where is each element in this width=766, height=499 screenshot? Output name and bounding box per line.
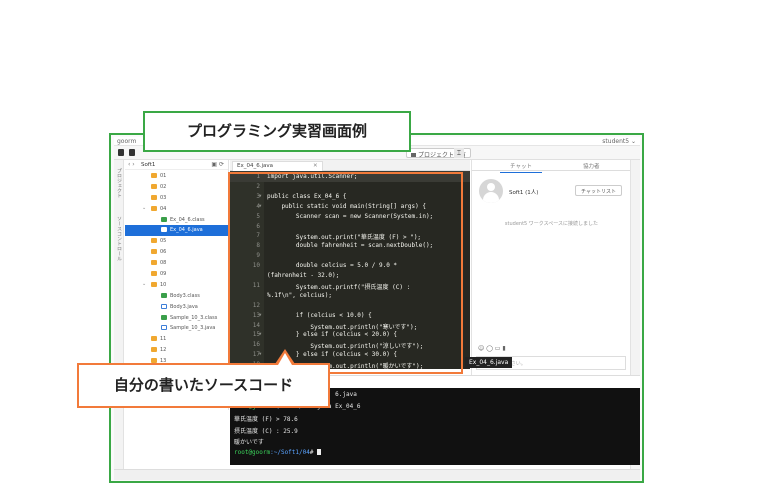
file-tree-item[interactable]: Sample_10_3.java — [125, 323, 229, 334]
chat-input-icons[interactable]: ☺ ◯ ▭ ▮ — [478, 345, 506, 352]
file-tree-label: Ex_04_6.java — [170, 227, 203, 234]
terminal-line: 華氏温度 (F) > 78.6 — [234, 414, 298, 423]
tab-collaborators[interactable]: 協力者 — [583, 162, 600, 170]
class-file-icon — [161, 314, 167, 320]
editor-tab[interactable]: Ex_04_6.java ✕ — [232, 161, 323, 171]
chevron-down-icon[interactable]: ⌄ — [142, 281, 146, 287]
file-tree-label: Body3.java — [170, 303, 198, 310]
callout-pointer-inner — [278, 353, 292, 365]
file-tree-item[interactable]: 01 — [125, 171, 229, 182]
source-code-highlight — [228, 172, 463, 374]
file-tree-item[interactable]: ⌄ 04 — [125, 204, 229, 215]
terminal-cursor — [317, 448, 322, 455]
folder-icon — [151, 281, 157, 287]
avatar — [479, 179, 503, 203]
share-icon — [411, 153, 416, 157]
file-tree-item[interactable]: Body3.java — [125, 302, 229, 313]
file-tree-item[interactable]: 03 — [125, 193, 229, 204]
editor-tab-label: Ex_04_6.java — [237, 163, 273, 169]
file-tree-item[interactable]: 11 — [125, 334, 229, 345]
file-tree-item[interactable]: 06 — [125, 247, 229, 258]
chat-room-name: Soft1 (1人) — [509, 190, 539, 196]
folder-icon — [151, 249, 157, 255]
file-tree-label: Sample_10_3.class — [170, 314, 218, 321]
folder-icon — [151, 173, 157, 178]
explorer-header: ‹ › Soft1 ▣ ⟳ — [125, 160, 228, 170]
terminal-line: 暖かいです — [234, 437, 264, 446]
chat-panel: チャット 協力者 Soft1 (1人) チャットリスト student5 ワーク… — [471, 160, 630, 410]
save-icon[interactable] — [129, 149, 135, 156]
file-tree-item[interactable]: 05 — [125, 236, 229, 247]
terminal-prompt: root@goorm — [234, 448, 271, 456]
left-vertical-tabs: プロジェクト ソースコントロール — [114, 160, 124, 480]
project-name[interactable]: Soft1 — [141, 162, 155, 168]
file-tree-label: 09 — [160, 271, 167, 278]
file-tree-label: Ex_04_6.class — [170, 216, 205, 223]
file-tree-label: 04 — [160, 205, 167, 212]
file-tree-label: 03 — [160, 194, 167, 201]
source-code-callout: 自分の書いたソースコード — [77, 363, 330, 408]
close-icon[interactable]: ✕ — [313, 163, 318, 169]
terminal-text: # — [309, 448, 318, 456]
file-tooltip: Ex_04_6.java — [465, 357, 513, 368]
terminal-line: 摂氏温度 (C) : 25.9 — [234, 426, 298, 435]
file-tree-label: 08 — [160, 260, 167, 267]
class-file-icon — [161, 216, 167, 222]
folder-icon — [151, 194, 157, 200]
chat-list-button[interactable]: チャットリスト — [575, 185, 622, 196]
folder-icon — [151, 336, 157, 342]
status-bar — [114, 469, 640, 480]
editor-tab-bar: Ex_04_6.java ✕ — [230, 160, 470, 171]
file-tree-label: Sample_10_3.java — [170, 325, 216, 332]
brand-logo: goorm — [117, 138, 137, 145]
chat-tabs: チャット 協力者 — [472, 160, 630, 173]
chevron-down-icon[interactable]: ⌄ — [142, 205, 146, 211]
layout-icon[interactable]: ⌶ — [454, 148, 464, 158]
terminal-line: root@goorm:~/Soft1/04# — [234, 448, 322, 456]
user-menu[interactable]: student5 ⌄ — [602, 138, 636, 145]
chat-system-message: student5 ワークスペースに接続しました — [504, 221, 599, 227]
file-tree-item[interactable]: ⌄ 10 — [125, 280, 229, 291]
java-file-icon — [161, 227, 167, 233]
file-tree-label: 02 — [160, 183, 167, 190]
java-file-icon — [161, 325, 167, 331]
terminal-text: 摂氏温度 (C) : 25.9 — [234, 427, 298, 435]
tab-chat[interactable]: チャット — [500, 162, 542, 173]
file-tree-label: 05 — [160, 238, 167, 245]
terminal-text: 華氏温度 (F) > 78.6 — [234, 416, 298, 423]
folder-icon — [151, 260, 157, 266]
file-tree-item[interactable]: 12 — [125, 345, 229, 356]
file-tree-item[interactable]: 09 — [125, 269, 229, 280]
java-file-icon — [161, 303, 167, 309]
title-callout: プログラミング実習画面例 — [143, 111, 411, 152]
terminal-path: :~/Soft1/04 — [270, 448, 310, 456]
file-tree-item[interactable]: Sample_10_3.class — [125, 313, 229, 324]
folder-icon — [151, 238, 157, 244]
file-tree-item[interactable]: Body3.class — [125, 291, 229, 302]
file-tree-label: 11 — [160, 336, 167, 343]
file-tree-label: 12 — [160, 347, 167, 354]
folder-icon — [151, 347, 157, 353]
file-tree-item[interactable]: Ex_04_6.class — [125, 215, 229, 226]
folder-icon — [151, 183, 157, 189]
file-tree-label: Body3.class — [170, 292, 200, 299]
explorer-nav-icons[interactable]: ‹ › — [128, 161, 135, 168]
file-tree-label: 06 — [160, 249, 167, 256]
file-tree-item[interactable]: 02 — [125, 182, 229, 193]
file-tree-label: 10 — [160, 281, 167, 288]
tab-project[interactable]: プロジェクト — [115, 168, 123, 198]
folder-icon — [151, 271, 157, 277]
terminal-text: 暖かいです — [234, 439, 264, 446]
file-tree-item[interactable]: Ex_04_6.java — [125, 225, 229, 237]
folder-icon — [151, 205, 157, 211]
file-icon[interactable] — [118, 149, 124, 156]
explorer-action-icons[interactable]: ▣ ⟳ — [211, 161, 224, 168]
tab-source-control[interactable]: ソースコントロール — [115, 216, 123, 261]
file-tree-label: 01 — [160, 173, 167, 179]
class-file-icon — [161, 292, 167, 298]
file-tree-item[interactable]: 08 — [125, 258, 229, 269]
